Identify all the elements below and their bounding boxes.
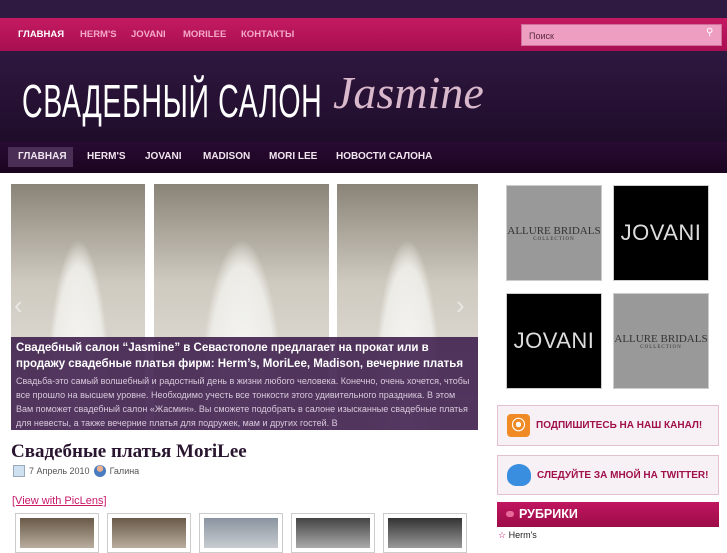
brand-name: ALLURE BRIDALS <box>507 224 601 237</box>
topnav-jovani[interactable]: JOVANI <box>131 29 166 40</box>
gallery-thumb[interactable] <box>383 513 467 553</box>
rss-link[interactable]: ПОДПИШИТЕСЬ НА НАШ КАНАЛ! <box>536 420 702 431</box>
gallery-thumb[interactable] <box>199 513 283 553</box>
brand-name: JOVANI <box>620 220 702 245</box>
heading-bullet-icon <box>506 511 514 517</box>
nav-jovani[interactable]: JOVANI <box>145 151 182 162</box>
post-meta: 7 Апрель 2010 Галина <box>13 465 139 477</box>
nav-morilee[interactable]: MORI LEE <box>269 151 317 162</box>
post-date: 7 Апрель 2010 <box>29 466 90 476</box>
caption-text: Свадьба-это самый волшебный и радостный … <box>16 376 470 428</box>
twitter-link[interactable]: СЛЕДУЙТЕ ЗА МНОЙ НА TWITTER! <box>537 470 708 481</box>
twitter-bird-icon <box>507 464 531 486</box>
brand-allure[interactable]: ALLURE BRIDALS COLLECTION <box>506 185 602 281</box>
topnav-morilee[interactable]: MORILEE <box>183 29 226 40</box>
post-author[interactable]: Галина <box>110 466 140 476</box>
slider-next-button[interactable]: › <box>456 290 465 321</box>
rss-icon: ⦿ <box>507 414 530 437</box>
search-icon[interactable]: ⚲ <box>706 27 713 38</box>
post-title[interactable]: Свадебные платья MoriLee <box>11 441 247 463</box>
brand-jovani[interactable]: JOVANI <box>613 185 709 281</box>
topnav-contacts[interactable]: КОНТАКТЫ <box>241 29 294 40</box>
brand-sub: COLLECTION <box>640 344 682 350</box>
nav-news[interactable]: НОВОСТИ САЛОНА <box>336 151 432 162</box>
nav-herms[interactable]: HERM'S <box>87 151 126 162</box>
categories-heading: РУБРИКИ <box>497 502 719 527</box>
topnav-home[interactable]: ГЛАВНАЯ <box>18 29 64 40</box>
nav-home[interactable]: ГЛАВНАЯ <box>8 147 73 167</box>
category-item[interactable]: ☆ Herm's <box>498 530 537 541</box>
calendar-icon <box>13 465 25 477</box>
search-input[interactable]: Поиск <box>521 24 722 46</box>
piclens-link[interactable]: [View with PicLens] <box>12 495 107 507</box>
caption-title[interactable]: Свадебный салон “Jasmine” в Севастополе … <box>16 340 473 372</box>
site-logo[interactable]: СВАДЕБНЫЙ САЛОН <box>22 74 322 128</box>
brand-allure[interactable]: ALLURE BRIDALS COLLECTION <box>613 293 709 389</box>
gallery-thumb[interactable] <box>291 513 375 553</box>
site-logo-script: Jasmine <box>333 67 484 118</box>
top-strip <box>0 0 727 18</box>
main-nav: ГЛАВНАЯ HERM'S JOVANI MADISON MORI LEE Н… <box>0 142 727 173</box>
user-icon <box>93 465 106 477</box>
twitter-widget[interactable]: СЛЕДУЙТЕ ЗА МНОЙ НА TWITTER! <box>497 455 719 495</box>
star-icon: ☆ <box>498 530 507 540</box>
brand-sub: COLLECTION <box>533 236 575 242</box>
slider-prev-button[interactable]: ‹ <box>14 290 23 321</box>
brand-jovani[interactable]: JOVANI <box>506 293 602 389</box>
gallery-thumb[interactable] <box>107 513 191 553</box>
brand-name: ALLURE BRIDALS <box>614 332 708 345</box>
rss-widget[interactable]: ⦿ ПОДПИШИТЕСЬ НА НАШ КАНАЛ! <box>497 405 719 446</box>
nav-madison[interactable]: MADISON <box>203 151 250 162</box>
gallery-thumb[interactable] <box>15 513 99 553</box>
slider-caption: Свадебный салон “Jasmine” в Севастополе … <box>11 337 478 430</box>
category-link[interactable]: Herm's <box>509 530 537 540</box>
topnav-herms[interactable]: HERM'S <box>80 29 117 40</box>
brand-name: JOVANI <box>513 328 595 353</box>
